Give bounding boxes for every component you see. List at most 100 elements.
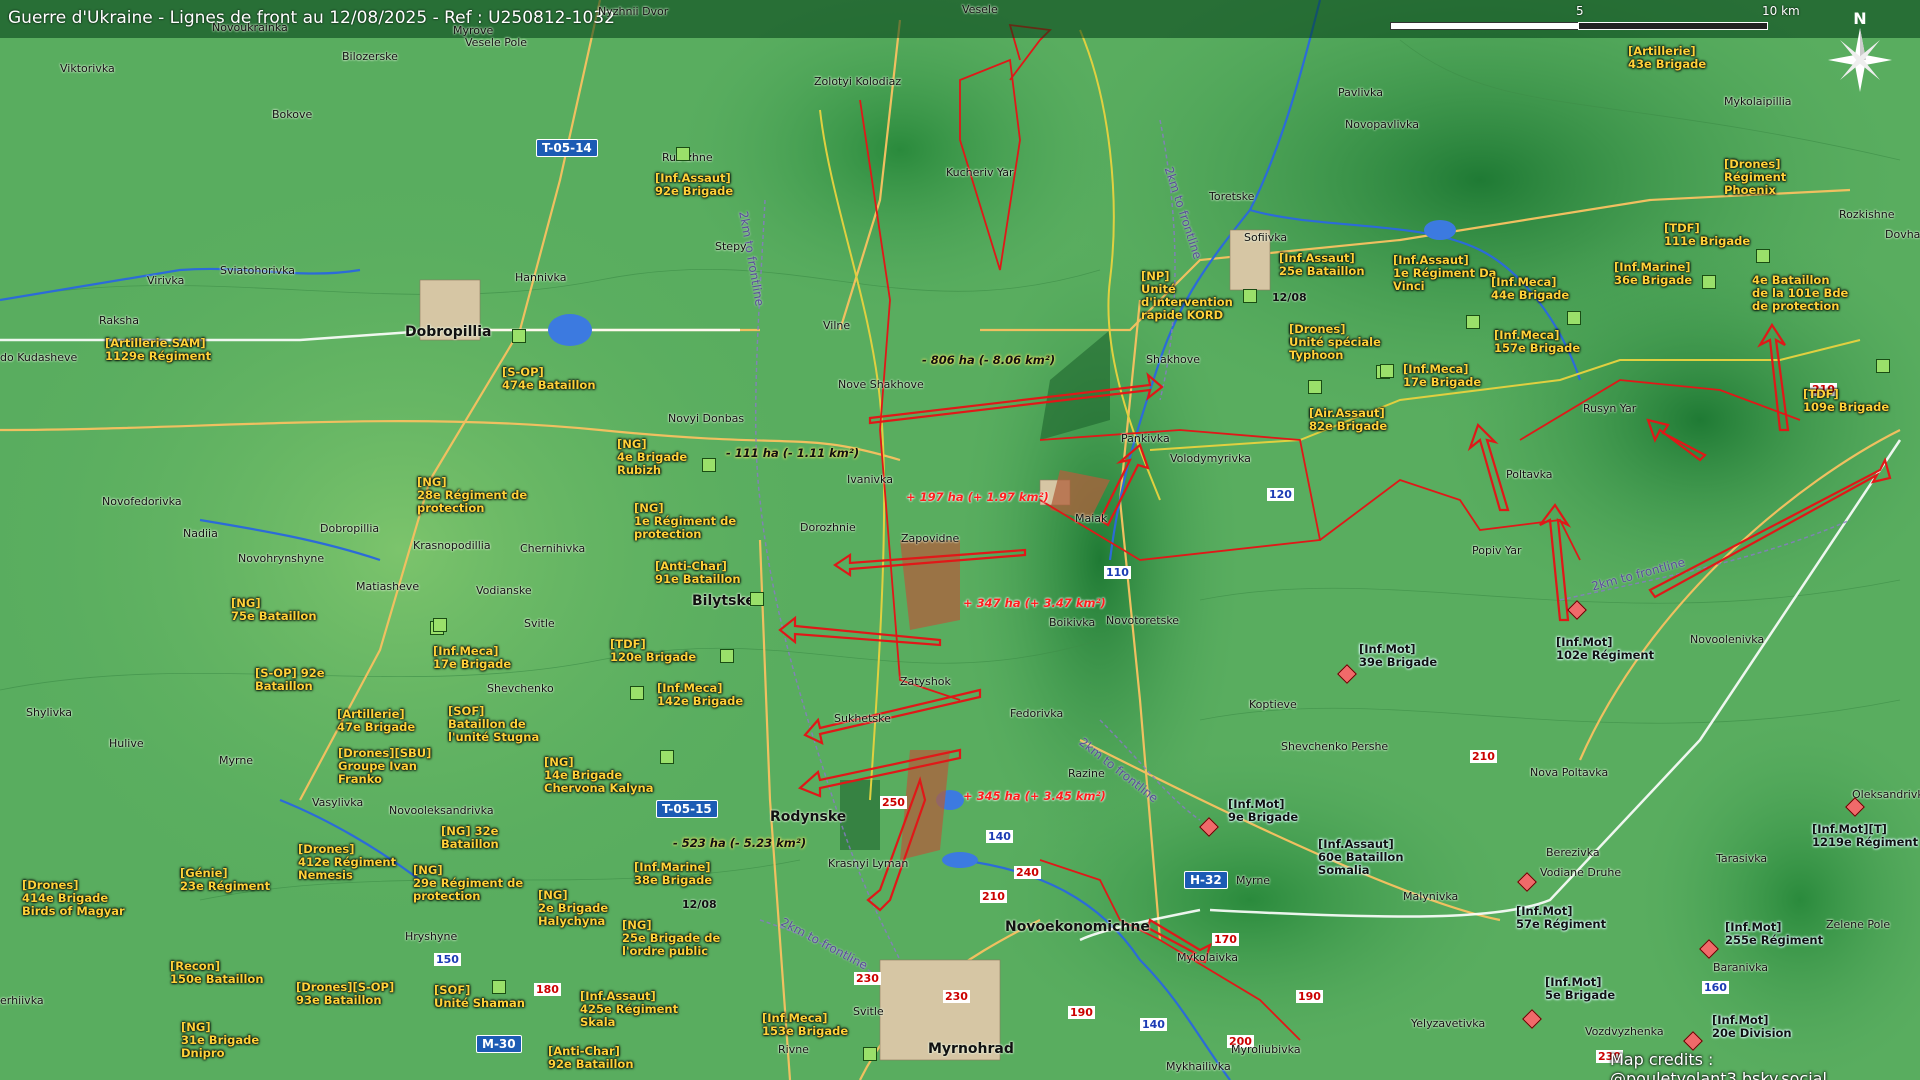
unit-symbol-icon[interactable] <box>1466 315 1480 329</box>
unit-label[interactable]: [Inf.Mot] 5e Brigade <box>1545 976 1615 1002</box>
town-label[interactable]: Zelene Pole <box>1826 918 1890 931</box>
town-label[interactable]: Svitle <box>524 617 555 630</box>
town-label[interactable]: Bokove <box>272 108 312 121</box>
unit-label[interactable]: [Recon] 150e Bataillon <box>170 960 264 986</box>
town-label[interactable]: Krasnopodillia <box>413 539 491 552</box>
town-label[interactable]: Myrne <box>219 754 253 767</box>
unit-label[interactable]: [Drones][SBU] Groupe Ivan Franko <box>338 747 431 786</box>
town-label[interactable]: Dorozhnie <box>800 521 856 534</box>
town-label[interactable]: Mykolaivka <box>1177 951 1238 964</box>
unit-label[interactable]: [S-OP] 92e Bataillon <box>255 667 325 693</box>
town-label[interactable]: Nova Poltavka <box>1530 766 1608 779</box>
town-label[interactable]: Kucheriv Yar <box>946 166 1013 179</box>
town-label[interactable]: Nadiia <box>183 527 218 540</box>
town-label[interactable]: Myrnohrad <box>928 1041 1014 1057</box>
town-label[interactable]: Rivne <box>778 1043 809 1056</box>
town-label[interactable]: Yelyzavetivka <box>1411 1017 1485 1030</box>
unit-label[interactable]: [Génie] 23e Régiment <box>180 867 270 893</box>
town-label[interactable]: Stepy <box>715 240 747 253</box>
unit-symbol-icon[interactable] <box>750 592 764 606</box>
unit-label[interactable]: [Inf.Meca] 153e Brigade <box>762 1012 848 1038</box>
unit-label[interactable]: [Drones] 412e Régiment Nemesis <box>298 843 396 882</box>
town-label[interactable]: Vozdvyzhenka <box>1585 1025 1664 1038</box>
unit-symbol-icon[interactable] <box>433 618 447 632</box>
town-label[interactable]: Baranivka <box>1713 961 1768 974</box>
town-label[interactable]: Dobropillia <box>320 522 379 535</box>
unit-label[interactable]: [Artillerie] 43e Brigade <box>1628 45 1706 71</box>
town-label[interactable]: Hryshyne <box>405 930 457 943</box>
town-label[interactable]: Vasylivka <box>312 796 363 809</box>
unit-symbol-icon[interactable] <box>1243 289 1257 303</box>
unit-label[interactable]: [Inf.Marine] 36e Brigade <box>1614 261 1692 287</box>
unit-label[interactable]: [NG] 28e Régiment de protection <box>417 476 527 515</box>
unit-label[interactable]: [Drones] Régiment Phoenix <box>1724 158 1786 197</box>
town-label[interactable]: Zapovidne <box>901 532 959 545</box>
unit-symbol-icon[interactable] <box>863 1047 877 1061</box>
unit-label[interactable]: [Inf.Assaut] 25e Bataillon <box>1279 252 1365 278</box>
unit-label[interactable]: [Inf.Marine] 38e Brigade <box>634 861 712 887</box>
town-label[interactable]: Maiak <box>1075 512 1107 525</box>
unit-label[interactable]: [Inf.Assaut] 1e Régiment Da Vinci <box>1393 254 1496 293</box>
town-label[interactable]: Virivka <box>147 274 184 287</box>
town-label[interactable]: Novoolenivka <box>1690 633 1764 646</box>
unit-label[interactable]: [TDF] 120e Brigade <box>610 638 696 664</box>
unit-label[interactable]: [TDF] 109e Brigade <box>1803 388 1889 414</box>
town-label[interactable]: Shevchenko Pershe <box>1281 740 1388 753</box>
town-label[interactable]: Mykolaipillia <box>1724 95 1792 108</box>
town-label[interactable]: Novyi Donbas <box>668 412 744 425</box>
unit-symbol-icon[interactable] <box>660 750 674 764</box>
town-label[interactable]: Popiv Yar <box>1472 544 1521 557</box>
unit-label[interactable]: [Inf.Assaut] 425e Régiment Skala <box>580 990 678 1029</box>
unit-label[interactable]: [S-OP] 474e Bataillon <box>502 366 596 392</box>
town-label[interactable]: Dovha <box>1885 228 1920 241</box>
town-label[interactable]: do Kudasheve <box>0 351 77 364</box>
town-label[interactable]: Volodymyrivka <box>1170 452 1251 465</box>
unit-label[interactable]: [NG] 29e Régiment de protection <box>413 864 523 903</box>
town-label[interactable]: Novohrynshyne <box>238 552 324 565</box>
unit-symbol-icon[interactable] <box>1756 249 1770 263</box>
unit-label[interactable]: [NG] 25e Brigade de l'ordre public <box>622 919 720 958</box>
town-label[interactable]: Mykhailivka <box>1166 1060 1231 1073</box>
town-label[interactable]: Pavlivka <box>1338 86 1383 99</box>
town-label[interactable]: Shakhove <box>1146 353 1200 366</box>
town-label[interactable]: Nove Shakhove <box>838 378 924 391</box>
unit-label[interactable]: 4e Bataillon de la 101e Bde de protection <box>1752 274 1848 313</box>
town-label[interactable]: Viktorivka <box>60 62 115 75</box>
unit-label[interactable]: [Drones] Unité spéciale Typhoon <box>1289 323 1381 362</box>
town-label[interactable]: Myrne <box>1236 874 1270 887</box>
unit-label[interactable]: [Inf.Meca] 17e Brigade <box>1403 363 1481 389</box>
unit-label[interactable]: [SOF] Unité Shaman <box>434 984 525 1010</box>
town-label[interactable]: Novoekonomichne <box>1005 919 1150 935</box>
unit-symbol-icon[interactable] <box>1380 364 1394 378</box>
unit-label[interactable]: [Inf.Mot][T] 1219e Régiment <box>1812 823 1918 849</box>
unit-symbol-icon[interactable] <box>1567 311 1581 325</box>
town-label[interactable]: Poltavka <box>1506 468 1553 481</box>
town-label[interactable]: Rusyn Yar <box>1583 402 1636 415</box>
unit-symbol-icon[interactable] <box>720 649 734 663</box>
unit-label[interactable]: [Inf.Mot] 39e Brigade <box>1359 643 1437 669</box>
unit-label[interactable]: [Inf.Meca] 157e Brigade <box>1494 329 1580 355</box>
town-label[interactable]: Toretske <box>1209 190 1254 203</box>
town-label[interactable]: Svitle <box>853 1005 884 1018</box>
town-label[interactable]: Krasnyi Lyman <box>828 857 908 870</box>
unit-label[interactable]: [Inf.Meca] 142e Brigade <box>657 682 743 708</box>
unit-label[interactable]: [Artillerie.SAM] 1129e Régiment <box>105 337 211 363</box>
town-label[interactable]: Bilytske <box>692 593 755 609</box>
unit-label[interactable]: [NG] 4e Brigade Rubizh <box>617 438 687 477</box>
unit-label[interactable]: [Inf.Mot] 255e Régiment <box>1725 921 1823 947</box>
unit-symbol-icon[interactable] <box>676 147 690 161</box>
unit-symbol-icon[interactable] <box>1308 380 1322 394</box>
town-label[interactable]: Novotoretske <box>1106 614 1179 627</box>
unit-label[interactable]: [Inf.Mot] 57e Régiment <box>1516 905 1606 931</box>
unit-symbol-icon[interactable] <box>1876 359 1890 373</box>
unit-label[interactable]: [NG] 2e Brigade Halychyna <box>538 889 608 928</box>
town-label[interactable]: Zatyshok <box>900 675 951 688</box>
town-label[interactable]: Shevchenko <box>487 682 554 695</box>
town-label[interactable]: Matiasheve <box>356 580 419 593</box>
town-label[interactable]: Bilozerske <box>342 50 398 63</box>
unit-label[interactable]: [NG] 75e Bataillon <box>231 597 317 623</box>
unit-label[interactable]: [Anti-Char] 92e Bataillon <box>548 1045 634 1071</box>
town-label[interactable]: Vodiane Druhe <box>1540 866 1621 879</box>
town-label[interactable]: Hulive <box>109 737 144 750</box>
town-label[interactable]: Vilne <box>823 319 850 332</box>
